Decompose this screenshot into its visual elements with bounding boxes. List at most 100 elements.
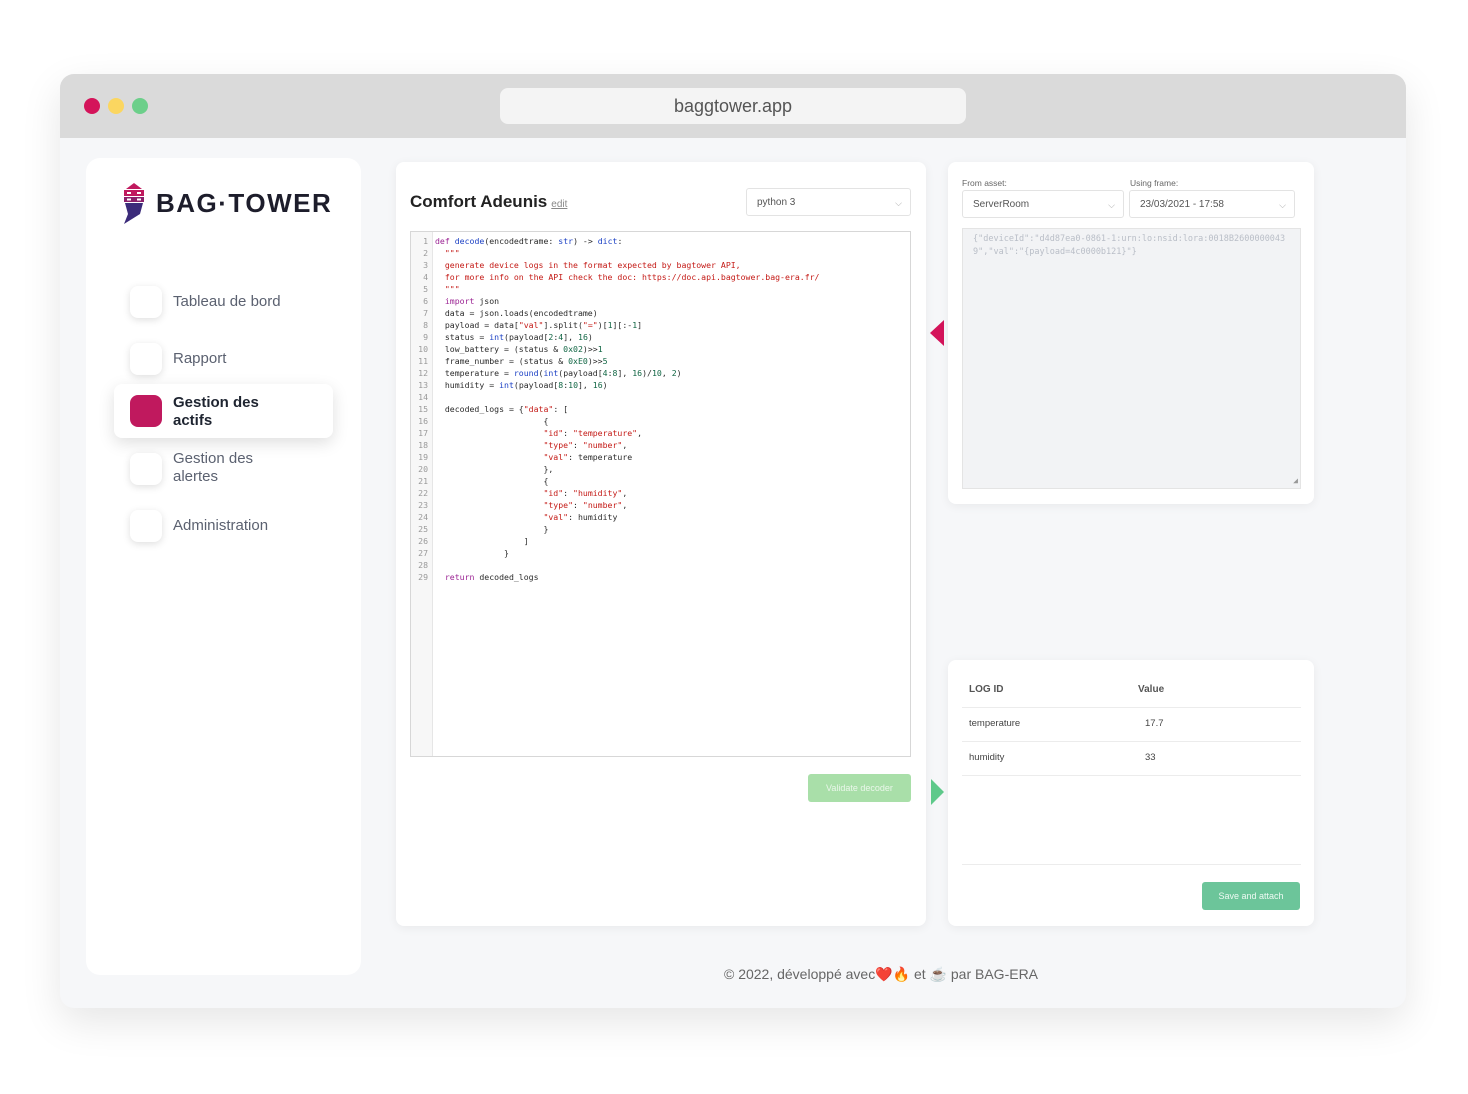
code-text: humidity = int(payload[8:10], 16) — [435, 380, 608, 390]
table-cell-value: 17.7 — [1145, 718, 1164, 729]
line-number: 14 — [418, 392, 428, 402]
code-text: def decode(encodedtrame: str) -> dict: — [435, 236, 623, 246]
browser-titlebar: baggtower.app — [60, 74, 1406, 138]
code-text: { — [435, 476, 549, 486]
footer-middle: et — [913, 966, 926, 982]
sidebar-item-gestion-des-alertes[interactable]: Gestion des alertes — [114, 439, 334, 499]
sidebar-item-rapport[interactable]: Rapport — [114, 329, 334, 389]
row-divider — [962, 707, 1301, 708]
column-header-log-id: LOG ID — [969, 684, 1004, 695]
code-line: 24 "val": humidity — [411, 511, 906, 523]
url-bar[interactable]: baggtower.app — [500, 88, 966, 124]
line-number: 5 — [423, 284, 428, 294]
admin-icon — [130, 510, 162, 542]
line-number: 13 — [418, 380, 428, 390]
code-line: 19 "val": temperature — [411, 451, 906, 463]
save-and-attach-button[interactable]: Save and attach — [1202, 882, 1300, 910]
code-text: import json — [444, 296, 500, 306]
line-number: 17 — [418, 428, 428, 438]
footer-suffix: par BAG-ERA — [950, 966, 1039, 982]
code-text: }, — [435, 464, 554, 474]
code-line: 26 ] — [411, 535, 906, 547]
code-text: return decoded_logs — [444, 572, 539, 582]
arrow-right-icon — [931, 779, 944, 805]
arrow-left-icon — [930, 320, 944, 346]
code-line: 3 generate device logs in the format exp… — [411, 259, 906, 271]
logo[interactable]: BAG·TOWER — [120, 182, 333, 226]
code-line: 22 "id": "humidity", — [411, 487, 906, 499]
asset-select[interactable]: ServerRoom ⌵ — [962, 190, 1124, 218]
code-text: } — [435, 548, 509, 558]
code-text: ] — [435, 536, 529, 546]
code-line: 2 """ — [411, 247, 906, 259]
code-line: 4 for more info on the API check the doc… — [411, 271, 906, 283]
language-select[interactable]: python 3 ⌵ — [746, 188, 911, 216]
line-number: 8 — [423, 320, 428, 330]
code-text: "val": humidity — [543, 512, 618, 522]
line-number: 26 — [418, 536, 428, 546]
code-line: 13 humidity = int(payload[8:10], 16) — [411, 379, 906, 391]
code-text: payload = data["val"].split("=")[1][:-1] — [435, 320, 643, 330]
line-number: 6 — [423, 296, 428, 306]
sidebar-item-tableau-de-bord[interactable]: Tableau de bord — [114, 272, 334, 332]
line-number: 16 — [418, 416, 428, 426]
code-line: 25 } — [411, 523, 906, 535]
line-number: 25 — [418, 524, 428, 534]
column-header-value: Value — [1138, 684, 1165, 695]
chevron-down-icon: ⌵ — [1108, 200, 1115, 210]
table-bottom-divider — [962, 864, 1301, 865]
chevron-down-icon: ⌵ — [895, 198, 902, 208]
line-number: 20 — [418, 464, 428, 474]
frame-select[interactable]: 23/03/2021 - 17:58 ⌵ — [1129, 190, 1295, 218]
language-select-value: python 3 — [757, 197, 796, 208]
decoder-name: Comfort Adeunis — [410, 192, 548, 211]
frame-text: {"deviceId":"d4d87ea0-0861-1:urn:lo:nsid… — [973, 234, 1286, 257]
sidebar-item-label: Tableau de bord — [173, 293, 281, 310]
validate-decoder-button[interactable]: Validate decoder — [808, 774, 911, 802]
code-line: 29 return decoded_logs — [411, 571, 906, 583]
line-number: 28 — [418, 560, 428, 570]
code-text: """ — [435, 248, 460, 258]
code-text: decoded_logs = {"data": [ — [435, 404, 569, 414]
code-line: 12 temperature = round(int(payload[4:8],… — [411, 367, 906, 379]
line-number: 10 — [418, 344, 428, 354]
close-window-dot[interactable] — [84, 98, 100, 114]
code-text: "id": "humidity", — [543, 488, 628, 498]
line-number: 23 — [418, 500, 428, 510]
line-number: 15 — [418, 404, 428, 414]
resize-handle-icon[interactable]: ◢ — [1293, 474, 1298, 487]
row-divider — [962, 741, 1301, 742]
sidebar-item-gestion-des-actifs[interactable]: Gestion des actifs — [114, 384, 333, 438]
code-line: 28 — [411, 559, 906, 571]
code-editor[interactable]: 1 def decode(encodedtrame: str) -> dict: 2… — [410, 231, 911, 757]
decoder-title: Comfort Adeunis edit — [410, 192, 567, 212]
asset-label: From asset: — [962, 178, 1007, 188]
line-number: 4 — [423, 272, 428, 282]
line-number: 11 — [418, 356, 428, 366]
code-line: 7 data = json.loads(encodedtrame) — [411, 307, 906, 319]
code-text: "id": "temperature", — [543, 428, 643, 438]
maximize-window-dot[interactable] — [132, 98, 148, 114]
code-text: generate device logs in the format expec… — [435, 260, 741, 270]
code-line: 16 { — [411, 415, 906, 427]
logo-text: BAG·TOWER — [156, 188, 333, 218]
code-line: 8 payload = data["val"].split("=")[1][:-… — [411, 319, 906, 331]
code-line: 15 decoded_logs = {"data": [ — [411, 403, 906, 415]
dashboard-icon — [130, 286, 162, 318]
minimize-window-dot[interactable] — [108, 98, 124, 114]
line-number: 21 — [418, 476, 428, 486]
code-line: 5 """ — [411, 283, 906, 295]
table-cell-log-id: temperature — [969, 718, 1021, 729]
code-line: 14 — [411, 391, 906, 403]
alerts-icon — [130, 453, 162, 485]
frame-textarea[interactable]: {"deviceId":"d4d87ea0-0861-1:urn:lo:nsid… — [962, 228, 1301, 489]
line-number: 29 — [418, 572, 428, 582]
tower-logo-icon — [124, 183, 144, 224]
footer: © 2022, développé avec❤️🔥 et ☕ par BAG-E… — [360, 966, 1402, 983]
line-number: 9 — [423, 332, 428, 342]
source-frame-card: From asset: ServerRoom ⌵ Using frame: 23… — [948, 162, 1314, 504]
code-text: temperature = round(int(payload[4:8], 16… — [435, 368, 682, 378]
footer-prefix: © 2022, développé avec — [723, 966, 876, 982]
sidebar-item-administration[interactable]: Administration — [114, 496, 334, 556]
edit-link[interactable]: edit — [551, 199, 567, 210]
